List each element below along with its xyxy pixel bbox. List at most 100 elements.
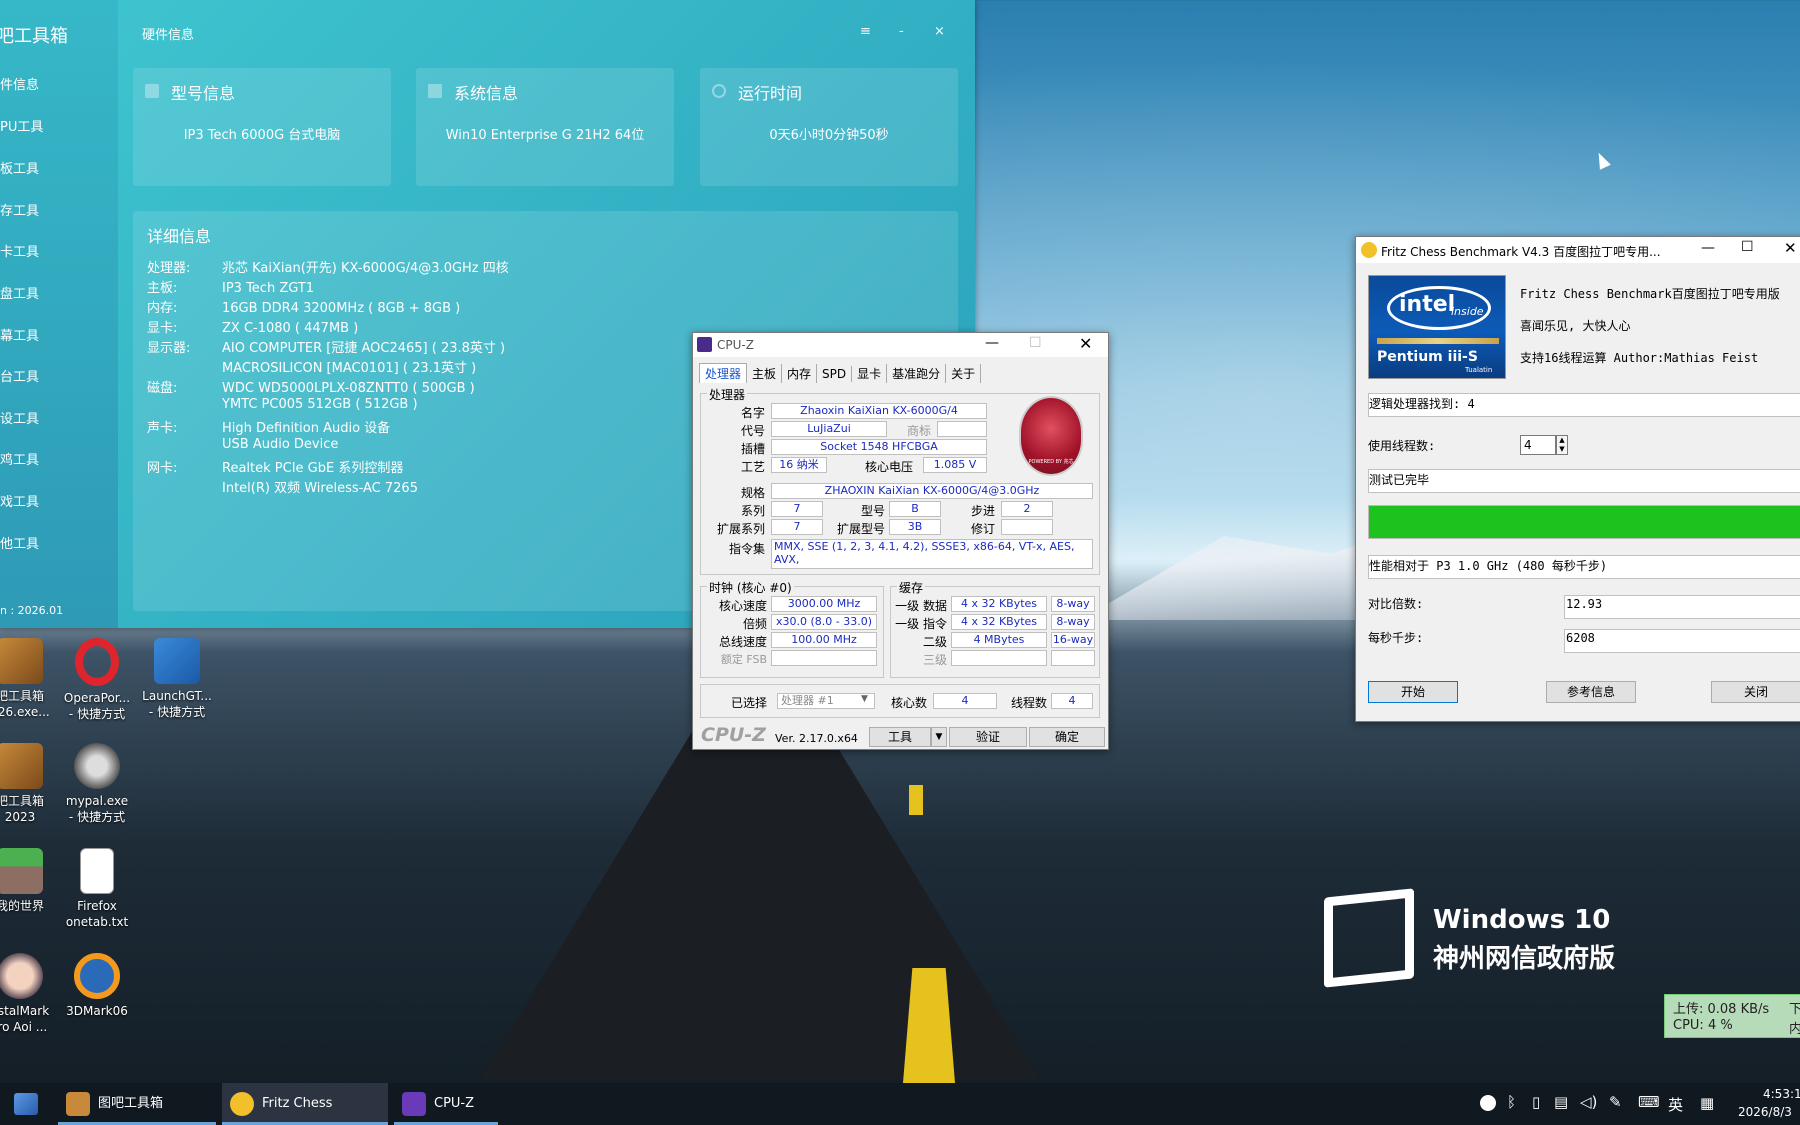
crystalmark-icon — [0, 953, 43, 999]
l1-data: 4 x 32 KBytes — [951, 596, 1047, 612]
desktop-icon[interactable]: mypal.exe - 快捷方式 — [57, 743, 137, 825]
close-button[interactable]: ✕ — [1784, 239, 1797, 257]
detail-row: 网卡: Realtek PCIe GbE 系列控制器 — [147, 461, 404, 476]
threads-input[interactable]: 4 — [1520, 435, 1556, 455]
taskbar-app[interactable]: CPU-Z — [394, 1083, 498, 1125]
sidebar-item[interactable]: 戏工具 — [0, 491, 39, 510]
ok-button[interactable]: 确定 — [1029, 727, 1105, 747]
taskbar-app[interactable]: 图吧工具箱 — [58, 1083, 216, 1125]
menu-button[interactable]: ≡ — [860, 24, 871, 39]
windows-logo-icon — [1324, 888, 1414, 988]
download-speed: 下 — [1789, 1002, 1800, 1017]
sidebar-item[interactable]: 他工具 — [0, 533, 39, 552]
tools-button[interactable]: 工具 — [869, 727, 931, 747]
l1-inst-assoc: 8-way — [1051, 614, 1095, 630]
clock-time[interactable]: 4:53:1 — [1763, 1087, 1800, 1101]
desktop-icon[interactable]: 我的世界 — [0, 848, 60, 914]
tab-mainboard[interactable]: 主板 — [747, 364, 783, 383]
pen-icon[interactable]: ✎ — [1609, 1093, 1622, 1111]
windows-icon — [428, 84, 442, 98]
os-edition: 神州网信政府版 — [1433, 944, 1616, 974]
detail-row: Intel(R) 双频 Wireless-AC 7265 — [222, 481, 418, 496]
zhaoxin-logo-icon: POWERED BY 兆芯 — [1019, 396, 1083, 476]
desktop-icon[interactable]: 吧工具箱026.exe... — [0, 638, 60, 720]
sidebar-item[interactable]: 件信息 — [0, 74, 39, 93]
field-label: 三级 — [922, 653, 947, 667]
sidebar-item[interactable]: 盘工具 — [0, 283, 39, 302]
volume-icon[interactable]: ◁) — [1580, 1093, 1597, 1111]
tab-memory[interactable]: 内存 — [782, 364, 818, 383]
keyboard-icon[interactable]: ⌨ — [1638, 1093, 1660, 1111]
detail-row: 声卡: High Definition Audio 设备 — [147, 421, 391, 436]
tualatin-word: Tualatin — [1465, 366, 1493, 374]
status-text: 测试已完毕 — [1369, 473, 1430, 487]
progress-bar — [1368, 505, 1800, 539]
sidebar-item[interactable]: 设工具 — [0, 408, 39, 427]
threads-spinner-icon[interactable]: ▲ ▼ — [1556, 435, 1568, 455]
field-label: 扩展系列 — [716, 522, 765, 536]
reference-button[interactable]: 参考信息 — [1546, 681, 1636, 703]
minimize-button[interactable]: - — [899, 24, 904, 39]
sidebar-item[interactable]: 鸡工具 — [0, 449, 39, 468]
sidebar-item[interactable]: 卡工具 — [0, 241, 39, 260]
field-label: 扩展型号 — [836, 522, 885, 536]
desktop-icon[interactable]: ystalMarktro Aoi ... — [0, 953, 60, 1035]
field-label: 核心电压 — [864, 460, 913, 474]
fritz-app-icon — [1361, 242, 1377, 258]
tab-graphics[interactable]: 显卡 — [852, 364, 888, 383]
start-button[interactable]: 开始 — [1368, 681, 1458, 703]
chevron-down-icon: ▼ — [861, 694, 868, 704]
tab-bench[interactable]: 基准跑分 — [887, 364, 947, 383]
minimize-button[interactable]: — — [985, 335, 999, 351]
l1-data-assoc: 8-way — [1051, 596, 1095, 612]
grid-icon[interactable]: ▦ — [1700, 1094, 1714, 1112]
maximize-button[interactable]: ☐ — [1741, 239, 1754, 255]
taskbar-app[interactable]: Fritz Chess Bench... — [222, 1083, 388, 1125]
minimize-button[interactable]: — — [1701, 240, 1715, 256]
close-button[interactable]: ✕ — [1079, 334, 1092, 353]
group-title: 时钟 (核心 #0) — [707, 579, 794, 596]
tools-dropdown-icon[interactable]: ▼ — [931, 727, 947, 747]
cpuz-app-icon — [697, 337, 712, 352]
field-label: 插槽 — [740, 442, 765, 456]
detail-row: 内存: 16GB DDR4 3200MHz ( 8GB + 8GB ) — [147, 301, 461, 316]
tab-spd[interactable]: SPD — [817, 366, 853, 382]
uptime-card: 运行时间 0天6小时0分钟50秒 — [700, 68, 958, 186]
cpu-revision — [1001, 519, 1053, 535]
fritz-titlebar[interactable]: Fritz Chess Benchmark V4.3 百度图拉丁吧专用... —… — [1356, 237, 1800, 263]
cpuz-titlebar[interactable]: CPU-Z — ☐ ✕ — [693, 333, 1108, 357]
cpu-brand — [937, 421, 987, 437]
sidebar-item[interactable]: 台工具 — [0, 366, 39, 385]
tab-about[interactable]: 关于 — [946, 364, 982, 383]
sidebar-item[interactable]: 幕工具 — [0, 325, 39, 344]
l2-cache: 4 MBytes — [951, 632, 1047, 648]
desktop-icon[interactable]: OperaPor... - 快捷方式 — [57, 638, 137, 722]
desktop-icon[interactable]: Firefox onetab.txt — [57, 848, 137, 930]
close-button[interactable]: × — [934, 24, 945, 39]
raccoon-icon — [74, 743, 120, 789]
ime-indicator[interactable]: 英 — [1668, 1094, 1683, 1115]
sidebar-item[interactable]: 存工具 — [0, 200, 39, 219]
usb-icon[interactable]: ▯ — [1532, 1093, 1540, 1111]
fritz-desc-1: Fritz Chess Benchmark百度图拉丁吧专用版 — [1520, 287, 1780, 301]
maximize-button[interactable]: ☐ — [1029, 335, 1042, 351]
desktop-icon[interactable]: 吧工具箱 2023 — [0, 743, 60, 825]
detail-row: 显卡: ZX C-1080 ( 447MB ) — [147, 321, 359, 336]
desktop-icon[interactable]: LaunchGT... - 快捷方式 — [137, 638, 217, 720]
close-fritz-button[interactable]: 关闭 — [1711, 681, 1800, 703]
sidebar-item[interactable]: 板工具 — [0, 158, 39, 177]
3dmark-icon — [74, 953, 120, 999]
desktop-icon[interactable]: 3DMark06 — [57, 953, 137, 1019]
sidebar-item[interactable]: PU工具 — [0, 116, 43, 135]
network-icon[interactable]: ▤ — [1554, 1093, 1568, 1111]
card-title: 型号信息 — [171, 84, 236, 103]
chip-stripe — [1377, 338, 1499, 344]
tab-processor[interactable]: 处理器 — [699, 363, 748, 383]
clock-date[interactable]: 2026/8/3 — [1738, 1105, 1792, 1119]
verify-button[interactable]: 验证 — [949, 727, 1027, 747]
status-box: 测试已完毕 — [1368, 469, 1800, 493]
start-button[interactable] — [14, 1093, 38, 1115]
toolbox-2023-icon — [0, 743, 43, 789]
tray-app-icon[interactable] — [1480, 1095, 1496, 1111]
bluetooth-icon[interactable]: ᛒ — [1507, 1093, 1516, 1111]
